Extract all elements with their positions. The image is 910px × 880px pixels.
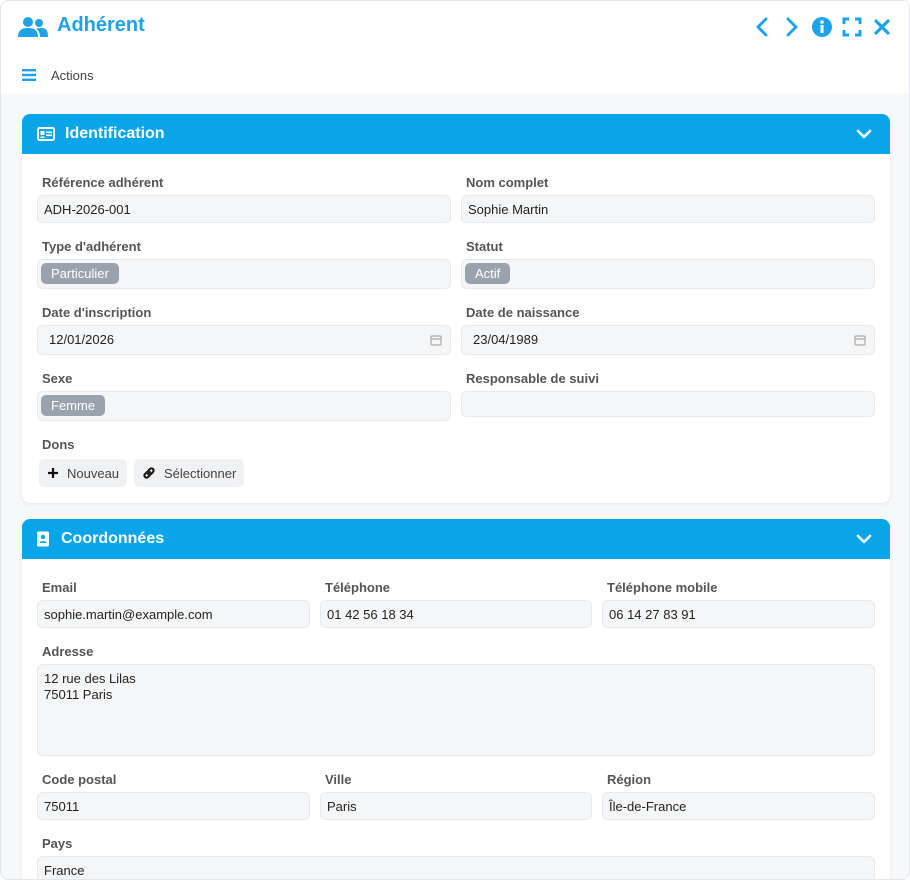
identification-panel: Identification Référence adhérent ADH-20… <box>22 114 890 503</box>
postal-code-label: Code postal <box>42 772 117 787</box>
window-title: Adhérent <box>57 14 145 36</box>
email-label: Email <box>42 580 77 595</box>
close-button[interactable] <box>871 15 893 39</box>
contact-title: Coordonnées <box>61 530 165 547</box>
chevron-right-icon <box>786 17 798 37</box>
next-button[interactable] <box>781 15 803 39</box>
chevron-down-icon[interactable] <box>856 127 872 141</box>
reference-label: Référence adhérent <box>42 175 164 190</box>
mobile-label: Téléphone mobile <box>607 580 718 595</box>
plus-icon <box>48 468 58 478</box>
name-field[interactable]: Sophie Martin <box>461 195 875 223</box>
signup-date-label: Date d'inscription <box>42 305 152 320</box>
status-field[interactable]: Actif <box>461 259 875 289</box>
dons-label: Dons <box>42 437 75 452</box>
status-label: Statut <box>466 239 503 254</box>
select-button[interactable]: Sélectionner <box>134 459 245 487</box>
adherent-window: Adhérent Actions Identification Référenc… <box>0 0 910 880</box>
info-button[interactable] <box>811 15 833 39</box>
mobile-field[interactable]: 06 14 27 83 91 <box>602 600 875 628</box>
previous-button[interactable] <box>751 15 773 39</box>
type-label: Type d'adhérent <box>42 239 141 254</box>
close-icon <box>874 19 890 35</box>
actions-menu[interactable]: Actions <box>51 68 94 83</box>
identification-header[interactable]: Identification <box>22 114 890 154</box>
manager-label: Responsable de suivi <box>466 371 599 386</box>
users-icon <box>18 17 48 37</box>
new-button[interactable]: Nouveau <box>39 459 128 487</box>
birth-date-label: Date de naissance <box>466 305 580 320</box>
info-icon <box>812 17 832 37</box>
address-field[interactable]: 12 rue des Lilas 75011 Paris <box>37 664 875 756</box>
window-header: Adhérent Actions <box>1 1 909 93</box>
city-field[interactable]: Paris <box>320 792 592 820</box>
contact-panel: Coordonnées Email sophie.martin@example.… <box>22 519 890 879</box>
status-tag: Actif <box>465 263 511 284</box>
chevron-down-icon[interactable] <box>856 532 872 546</box>
signup-date-field[interactable]: 12/01/2026 <box>37 325 451 355</box>
link-icon <box>143 467 155 479</box>
new-button-label: Nouveau <box>67 465 120 481</box>
country-field[interactable]: France <box>37 856 875 879</box>
email-field[interactable]: sophie.martin@example.com <box>37 600 310 628</box>
sex-field[interactable]: Femme <box>37 391 451 421</box>
birth-date-value: 23/04/1989 <box>473 332 539 347</box>
postal-code-field[interactable]: 75011 <box>37 792 310 820</box>
address-label: Adresse <box>42 644 94 659</box>
fullscreen-icon <box>842 17 862 37</box>
reference-field[interactable]: ADH-2026-001 <box>37 195 451 223</box>
chevron-left-icon <box>756 17 768 37</box>
phone-label: Téléphone <box>325 580 391 595</box>
phone-field[interactable]: 01 42 56 18 34 <box>320 600 592 628</box>
identification-title: Identification <box>65 125 165 142</box>
type-field[interactable]: Particulier <box>37 259 451 289</box>
type-tag: Particulier <box>41 263 119 284</box>
contact-book-icon <box>37 531 49 547</box>
region-field[interactable]: Île-de-France <box>602 792 875 820</box>
select-button-label: Sélectionner <box>164 465 237 481</box>
contact-header[interactable]: Coordonnées <box>22 519 890 559</box>
id-card-icon <box>37 127 55 141</box>
city-label: Ville <box>325 772 352 787</box>
sex-tag: Femme <box>41 395 106 416</box>
manager-field[interactable] <box>461 391 875 417</box>
menu-icon[interactable] <box>22 69 36 81</box>
signup-date-value: 12/01/2026 <box>49 332 115 347</box>
name-label: Nom complet <box>466 175 549 190</box>
birth-date-field[interactable]: 23/04/1989 <box>461 325 875 355</box>
window-controls <box>751 15 893 39</box>
calendar-icon[interactable] <box>430 334 442 346</box>
calendar-icon[interactable] <box>854 334 866 346</box>
country-label: Pays <box>42 836 73 851</box>
sex-label: Sexe <box>42 371 73 386</box>
fullscreen-button[interactable] <box>841 15 863 39</box>
region-label: Région <box>607 772 652 787</box>
